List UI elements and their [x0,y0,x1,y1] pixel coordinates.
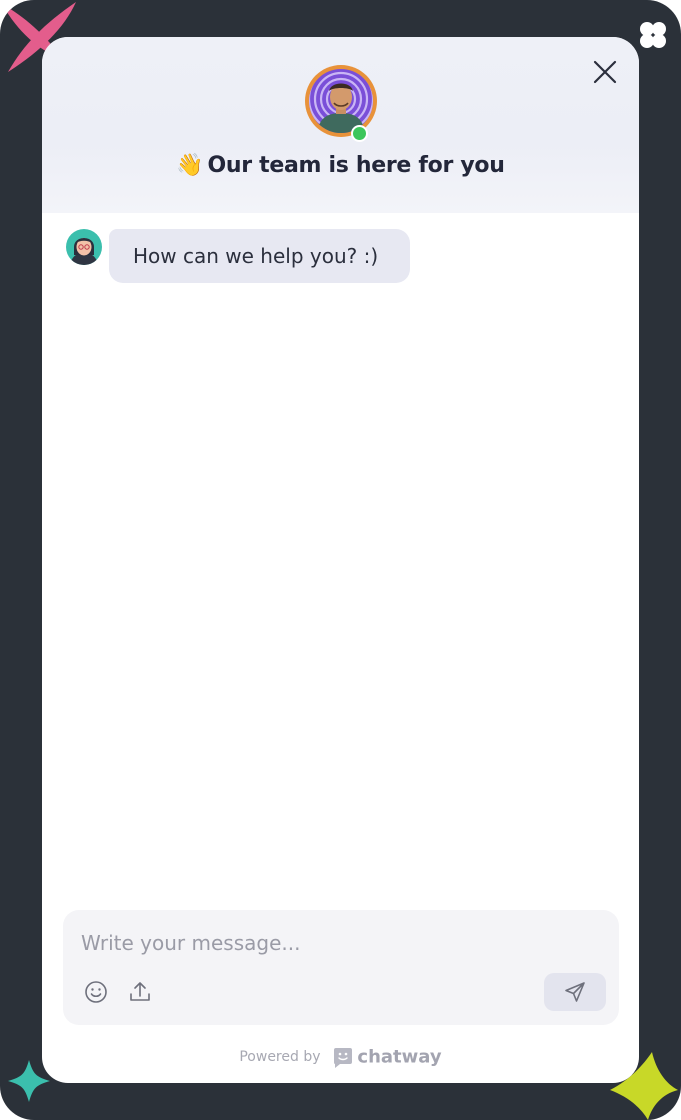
message-text: How can we help you? :) [133,244,379,268]
agent-avatar [305,65,377,137]
message-agent-avatar [66,229,102,265]
message-bubble: How can we help you? :) [109,229,410,283]
close-icon [593,60,617,84]
upload-button[interactable] [127,979,153,1005]
header-title: Our team is here for you [207,153,505,178]
message-composer [63,910,619,1025]
send-button[interactable] [544,973,606,1011]
chat-header: 👋 Our team is here for you [42,37,639,213]
message-input[interactable] [79,924,603,962]
app-frame: 👋 Our team is here for you How can we hel… [0,0,681,1120]
decorative-white-clover [640,22,666,48]
wave-emoji: 👋 [176,153,204,178]
upload-icon [130,982,150,1001]
close-button[interactable] [590,57,620,87]
chat-widget: 👋 Our team is here for you How can we hel… [42,37,639,1083]
powered-by-footer[interactable]: Powered by chatway [42,1045,639,1069]
header-title-row: 👋 Our team is here for you [42,153,639,178]
brand-name: chatway [357,1046,442,1068]
emoji-button[interactable] [83,979,109,1005]
online-status-dot [351,125,368,142]
powered-by-label: Powered by [239,1049,321,1065]
chatway-logo-icon [333,1048,352,1068]
send-icon [565,982,585,1002]
emoji-icon [85,981,107,1003]
